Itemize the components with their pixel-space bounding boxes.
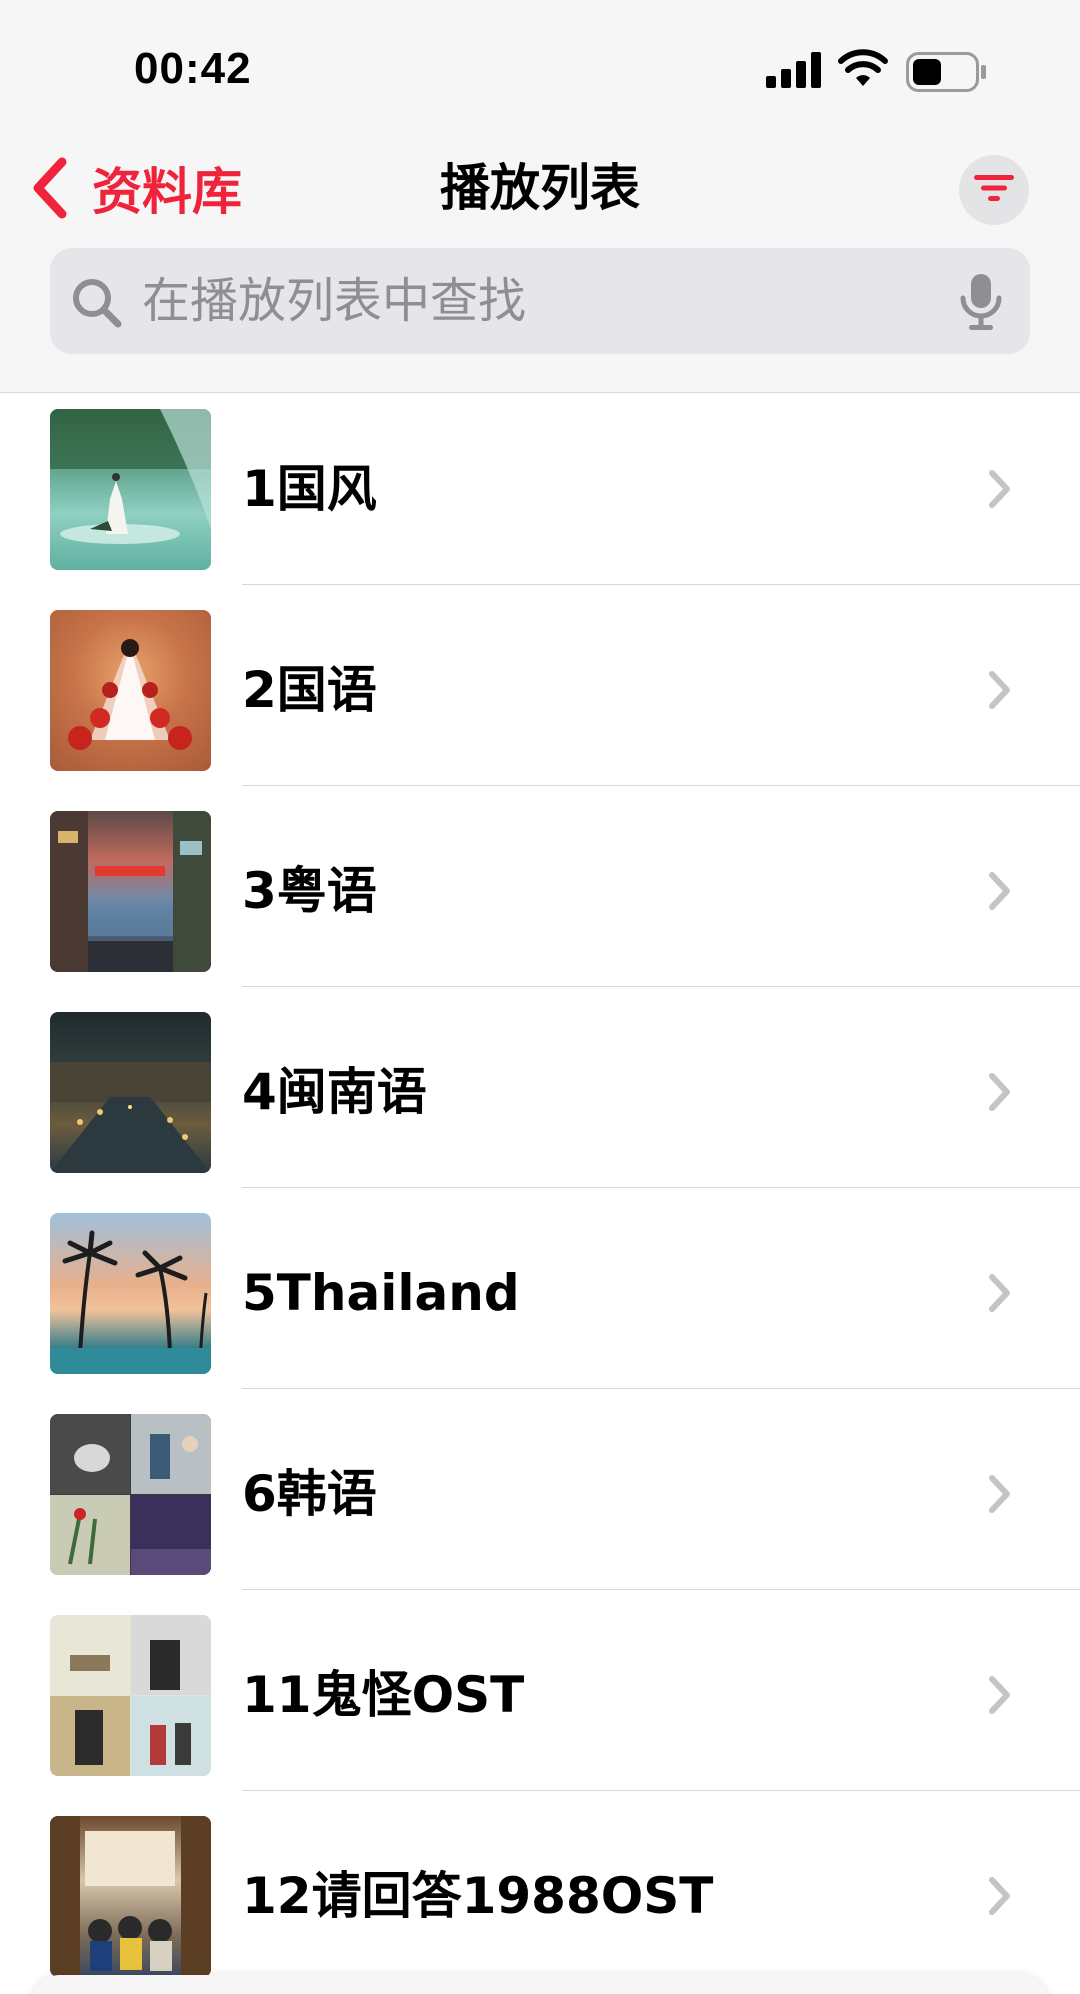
search-icon (70, 276, 124, 334)
playlist-title: 6韩语 (242, 1465, 377, 1523)
row-divider (242, 1388, 1080, 1389)
playlist-row[interactable]: 4闽南语 (0, 997, 1080, 1198)
chevron-right-icon (984, 868, 1014, 918)
row-divider (242, 986, 1080, 987)
row-divider (242, 584, 1080, 585)
playlist-title: 11鬼怪OST (242, 1666, 525, 1724)
row-divider (242, 1187, 1080, 1188)
sort-filter-button[interactable] (959, 155, 1029, 225)
status-bar: 00:42 (0, 0, 1080, 130)
playlist-artwork (50, 811, 211, 972)
playlist-artwork (50, 409, 211, 570)
playlist-list: 1国风 2国语 3粤语 4闽南语 5Thailand 6韩语 11鬼怪OST 1… (0, 394, 1080, 1994)
playlist-artwork (50, 1816, 211, 1977)
playlist-title: 1国风 (242, 460, 377, 518)
row-divider (242, 1589, 1080, 1590)
mini-player-sheet[interactable] (30, 1975, 1050, 1994)
top-bar: 00:42 资料库 播放列表 在播放列表中查找 (0, 0, 1080, 393)
playlist-artwork (50, 1213, 211, 1374)
battery-icon (906, 52, 988, 96)
wifi-icon (838, 48, 888, 92)
search-input[interactable] (142, 248, 942, 354)
playlist-row[interactable]: 11鬼怪OST (0, 1600, 1080, 1801)
row-divider (242, 1790, 1080, 1791)
chevron-right-icon (984, 1471, 1014, 1521)
chevron-right-icon (984, 1069, 1014, 1119)
playlist-row[interactable]: 2国语 (0, 595, 1080, 796)
playlist-artwork (50, 1012, 211, 1173)
chevron-right-icon (984, 466, 1014, 516)
filter-lines-icon (974, 173, 1014, 207)
playlist-artwork (50, 1414, 211, 1575)
playlist-title: 2国语 (242, 661, 377, 719)
chevron-right-icon (984, 1873, 1014, 1923)
playlist-row[interactable]: 12请回答1988OST (0, 1801, 1080, 1994)
row-divider (242, 785, 1080, 786)
playlist-row[interactable]: 5Thailand (0, 1198, 1080, 1399)
playlist-title: 5Thailand (242, 1264, 520, 1322)
chevron-right-icon (984, 1672, 1014, 1722)
status-time: 00:42 (134, 44, 252, 93)
playlist-artwork (50, 1615, 211, 1776)
playlist-row[interactable]: 1国风 (0, 394, 1080, 595)
playlist-artwork (50, 610, 211, 771)
search-bar[interactable] (50, 248, 1030, 354)
cellular-signal-icon (766, 52, 822, 92)
chevron-right-icon (984, 1270, 1014, 1320)
playlist-row[interactable]: 3粤语 (0, 796, 1080, 997)
page-title: 播放列表 (440, 159, 640, 217)
playlist-row[interactable]: 6韩语 (0, 1399, 1080, 1600)
playlist-title: 3粤语 (242, 862, 377, 920)
playlist-title: 12请回答1988OST (242, 1867, 714, 1925)
microphone-icon[interactable] (958, 272, 1004, 336)
playlist-title: 4闽南语 (242, 1063, 427, 1121)
chevron-right-icon (984, 667, 1014, 717)
